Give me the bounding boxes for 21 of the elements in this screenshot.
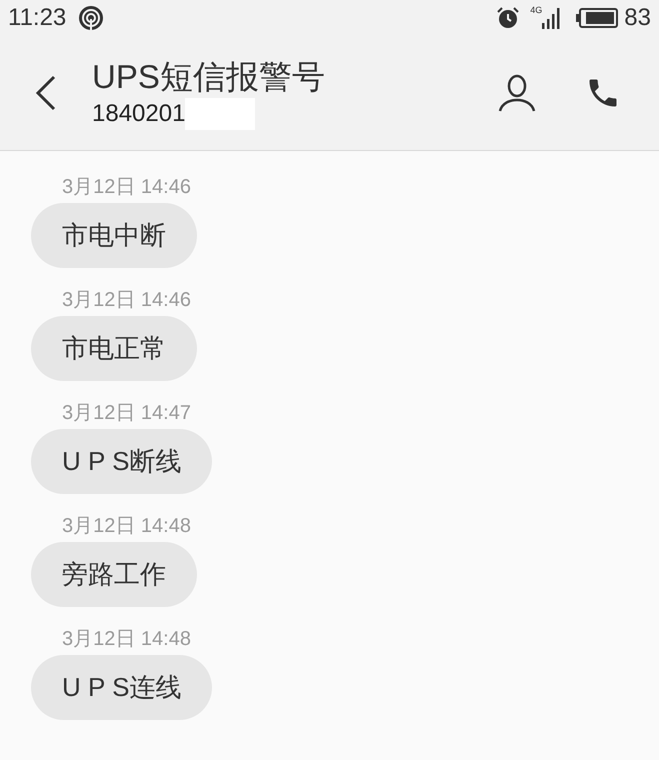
network-type: 4G [530,4,542,17]
message-bubble: 旁路工作 [31,542,197,607]
contact-name: UPS短信报警号 [92,56,326,96]
status-time: 11:23 [8,2,66,32]
message-timestamp: 3月12日 14:46 [62,175,191,199]
message-timestamp: 3月12日 14:46 [62,288,191,312]
hotspot-icon [78,4,104,30]
back-icon [34,74,58,110]
person-icon [498,74,536,112]
message-bubble: U P S断线 [31,429,212,494]
message-timestamp: 3月12日 14:47 [62,401,191,425]
message-bubble: 市电正常 [31,316,197,381]
message-bubble: U P S连线 [31,655,212,720]
message-timestamp: 3月12日 14:48 [62,627,191,651]
battery-icon [576,8,618,28]
message-bubble: 市电中断 [31,203,197,268]
alarm-clock-icon [496,6,520,30]
message-timestamp: 3月12日 14:48 [62,514,191,538]
phone-number: 1840201 [92,98,186,128]
battery-level: 83 [624,2,651,32]
signal-icon [542,6,562,28]
